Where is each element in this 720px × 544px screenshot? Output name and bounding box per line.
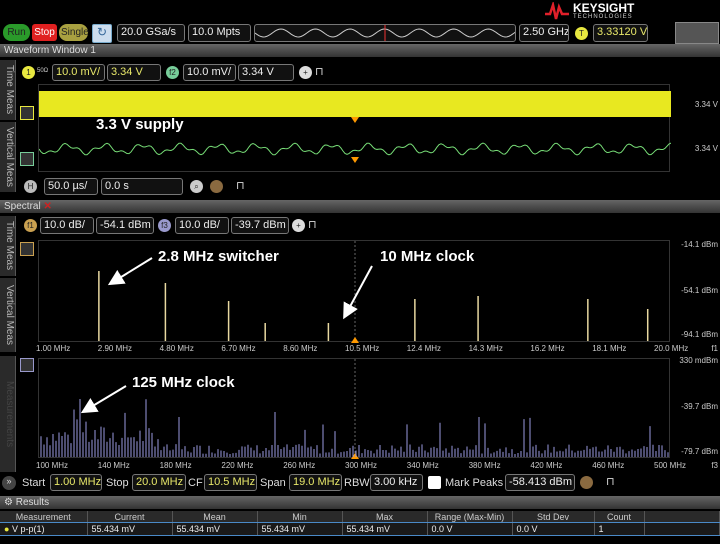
cell-count: 1 [594,523,645,535]
pin-icon[interactable]: ⊓ [606,475,615,488]
switcher-arrow [107,257,153,286]
cell-min: 55.434 mV [257,523,343,535]
start-frequency[interactable]: 1.00 MHz [50,474,102,491]
cell-range: 0.0 V [427,523,513,535]
results-title[interactable]: ⚙ Results [0,496,720,509]
column-header[interactable]: Max [342,511,428,523]
x-tick-label: 420 MHz [530,461,563,470]
column-header[interactable]: Std Dev [512,511,595,523]
column-header[interactable]: Mean [172,511,258,523]
cf-label: CF [188,477,203,489]
cell-std-dev: 0.0 V [512,523,595,535]
cell-mean: 55.434 mV [172,523,258,535]
y-label: -39.7 dBm [681,402,718,411]
stop-label: Stop [106,477,129,489]
expand-icon[interactable]: » [2,476,16,490]
mark-peaks-label: Mark Peaks [445,477,504,489]
span-label: Span [260,477,286,489]
stop-frequency[interactable]: 20.0 MHz [132,474,186,491]
column-header[interactable]: Current [87,511,173,523]
x-tick-label: 220 MHz [221,461,254,470]
knob-icon[interactable] [580,476,593,489]
x-tick-label: 100 MHz [36,461,69,470]
x-tick-label: 260 MHz [283,461,316,470]
column-header[interactable]: Range (Max-Min) [427,511,513,523]
channel1-dot-icon: ● [4,524,10,534]
column-header[interactable]: Min [257,511,343,523]
trace-label: f3 [711,461,718,470]
cell-empty [644,523,720,535]
x-tick-label: 180 MHz [159,461,192,470]
f3-ground-marker[interactable] [20,358,34,372]
y-label: -79.7 dBm [681,447,718,456]
x-tick-label: 380 MHz [468,461,501,470]
cell-current: 55.434 mV [87,523,173,535]
x-tick-label: 500 MHz [654,461,687,470]
start-label: Start [22,477,46,489]
results-title-text: Results [15,497,50,508]
peak-threshold[interactable]: -58.413 dBm [505,474,575,491]
clock-arrow [343,265,373,320]
x-tick-label: 300 MHz [345,461,378,470]
cell-max: 55.434 mV [342,523,428,535]
spectrum-plot-f3[interactable] [38,358,670,459]
gear-icon[interactable]: ⚙ [4,497,13,508]
rbw[interactable]: 3.00 kHz [370,474,423,491]
clock125-annotation: 125 MHz clock [132,374,235,391]
y-label: 330 mdBm [679,356,718,365]
center-marker [351,453,359,459]
table-header: Measurement Current Mean Min Max Range (… [0,511,720,523]
x-tick-label: 340 MHz [406,461,439,470]
column-header[interactable]: Count [594,511,645,523]
measurement-name-text: V p-p(1) [11,524,45,534]
measurement-name: ● V p-p(1) [0,523,88,535]
column-header-empty [644,511,720,523]
column-header[interactable]: Measurement [0,511,88,523]
x-tick-label: 460 MHz [592,461,625,470]
results-table: Measurement Current Mean Min Max Range (… [0,511,720,536]
span[interactable]: 19.0 MHz [289,474,342,491]
rbw-label: RBW [344,477,370,489]
x-tick-label: 140 MHz [97,461,130,470]
mark-peaks-checkbox[interactable] [428,476,441,489]
center-frequency[interactable]: 10.5 MHz [204,474,257,491]
table-row[interactable]: ● V p-p(1) 55.434 mV 55.434 mV 55.434 mV… [0,522,720,536]
